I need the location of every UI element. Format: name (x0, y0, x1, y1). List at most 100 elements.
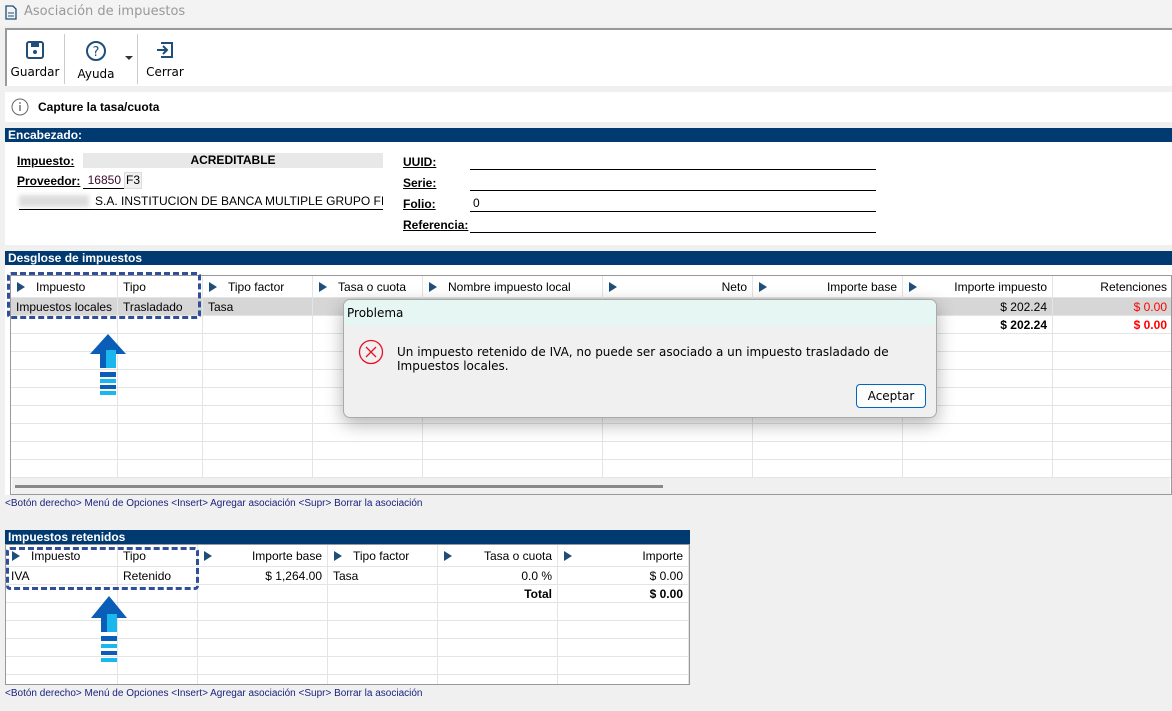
table-cell (118, 424, 203, 442)
table-cell (423, 460, 603, 478)
serie-input[interactable] (470, 173, 876, 191)
accept-button[interactable]: Aceptar (856, 384, 926, 408)
column-label: Tipo factor (353, 549, 410, 563)
column-header[interactable]: Nombre impuesto local (423, 276, 603, 298)
table-cell (558, 621, 689, 639)
error-icon (358, 339, 384, 365)
table-cell (11, 460, 118, 478)
table-cell[interactable]: $ 0.00 (1053, 298, 1171, 316)
sort-arrow-icon (334, 551, 342, 561)
table-cell (118, 675, 198, 684)
table-cell (438, 675, 558, 684)
column-label: Importe (642, 549, 683, 563)
sort-arrow-icon (909, 282, 917, 292)
column-header[interactable]: Importe base (753, 276, 903, 298)
sort-arrow-icon (759, 282, 767, 292)
column-header[interactable]: Tasa o cuota (313, 276, 423, 298)
table-cell (203, 370, 313, 388)
referencia-input[interactable] (470, 215, 876, 233)
table-cell (118, 621, 198, 639)
table-cell (903, 424, 1053, 442)
table-cell (328, 621, 438, 639)
table-cell (118, 370, 203, 388)
table-cell (328, 657, 438, 675)
help-button[interactable]: ? Ayuda (71, 30, 121, 86)
table-cell (203, 334, 313, 352)
scrollbar-thumb[interactable] (15, 485, 663, 488)
table-cell (1053, 352, 1171, 370)
horizontal-scrollbar[interactable] (12, 478, 1170, 494)
close-button[interactable]: Cerrar (143, 30, 187, 86)
table-cell[interactable]: Tasa (203, 298, 313, 316)
table-cell (198, 639, 328, 657)
table-cell (1053, 442, 1171, 460)
info-icon (11, 98, 29, 116)
table-cell (118, 442, 203, 460)
column-header[interactable]: Tipo factor (328, 545, 438, 567)
save-button[interactable]: Guardar (9, 30, 61, 86)
sort-arrow-icon (609, 282, 617, 292)
table-cell (203, 424, 313, 442)
table-cell (203, 316, 313, 334)
table-cell (1053, 370, 1171, 388)
section-header-encabezado: Encabezado: (5, 128, 1172, 142)
table-cell[interactable]: $ 1,264.00 (198, 567, 328, 585)
uuid-input[interactable] (470, 152, 876, 170)
table-cell (198, 603, 328, 621)
column-header[interactable]: Importe impuesto (903, 276, 1053, 298)
table-cell[interactable]: Tasa (328, 567, 438, 585)
sort-arrow-icon (204, 551, 212, 561)
column-label: Tasa o cuota (338, 280, 407, 294)
table-cell (313, 424, 423, 442)
table-cell (903, 442, 1053, 460)
arrow-up-icon (90, 334, 126, 395)
table-cell (1053, 460, 1171, 478)
help-dropdown-chevron-icon[interactable] (125, 56, 133, 60)
table-cell (203, 406, 313, 424)
table-cell (203, 460, 313, 478)
svg-text:?: ? (93, 45, 100, 60)
table-cell (118, 406, 203, 424)
table-cell (753, 460, 903, 478)
column-header[interactable]: Importe base (198, 545, 328, 567)
serie-label: Serie: (403, 176, 437, 190)
impuesto-value: ACREDITABLE (83, 153, 383, 168)
table-cell (11, 424, 118, 442)
table-cell[interactable]: 0.0 % (438, 567, 558, 585)
table-cell (438, 657, 558, 675)
table-cell (558, 603, 689, 621)
table-cell[interactable]: $ 0.00 (558, 567, 689, 585)
desglose-hint: <Botón derecho> Menú de Opciones <Insert… (5, 498, 423, 509)
table-cell (423, 424, 603, 442)
column-header[interactable]: Importe (558, 545, 689, 567)
table-cell (198, 585, 328, 603)
table-cell (558, 675, 689, 684)
table-cell (118, 334, 203, 352)
table-cell (438, 621, 558, 639)
window-title: Asociación de impuestos (24, 4, 186, 19)
column-header[interactable]: Tipo factor (203, 276, 313, 298)
dialog-message: Un impuesto retenido de IVA, no puede se… (397, 345, 889, 373)
exit-icon (157, 42, 173, 58)
proveedor-search-button[interactable]: F3 (124, 172, 142, 189)
table-cell (6, 675, 118, 684)
column-header[interactable]: Retenciones (1053, 276, 1171, 298)
arrow-up-icon (91, 596, 127, 662)
folio-label: Folio: (403, 197, 436, 211)
table-cell (118, 388, 203, 406)
proveedor-input[interactable]: 16850 (83, 172, 124, 189)
table-cell (11, 442, 118, 460)
problem-dialog: Problema Un impuesto retenido de IVA, no… (343, 299, 937, 418)
column-label: Importe impuesto (954, 280, 1047, 294)
save-icon (26, 41, 44, 59)
column-header[interactable]: Neto (603, 276, 753, 298)
folio-input[interactable]: 0 (470, 194, 876, 212)
section-header-desglose: Desglose de impuestos (5, 251, 1172, 265)
total-retenciones: $ 0.00 (1053, 316, 1171, 334)
column-header[interactable]: Tasa o cuota (438, 545, 558, 567)
impuesto-label: Impuesto: (17, 154, 75, 168)
table-cell (203, 352, 313, 370)
table-cell (198, 621, 328, 639)
column-label: Nombre impuesto local (448, 280, 571, 294)
column-label: Neto (721, 280, 747, 294)
